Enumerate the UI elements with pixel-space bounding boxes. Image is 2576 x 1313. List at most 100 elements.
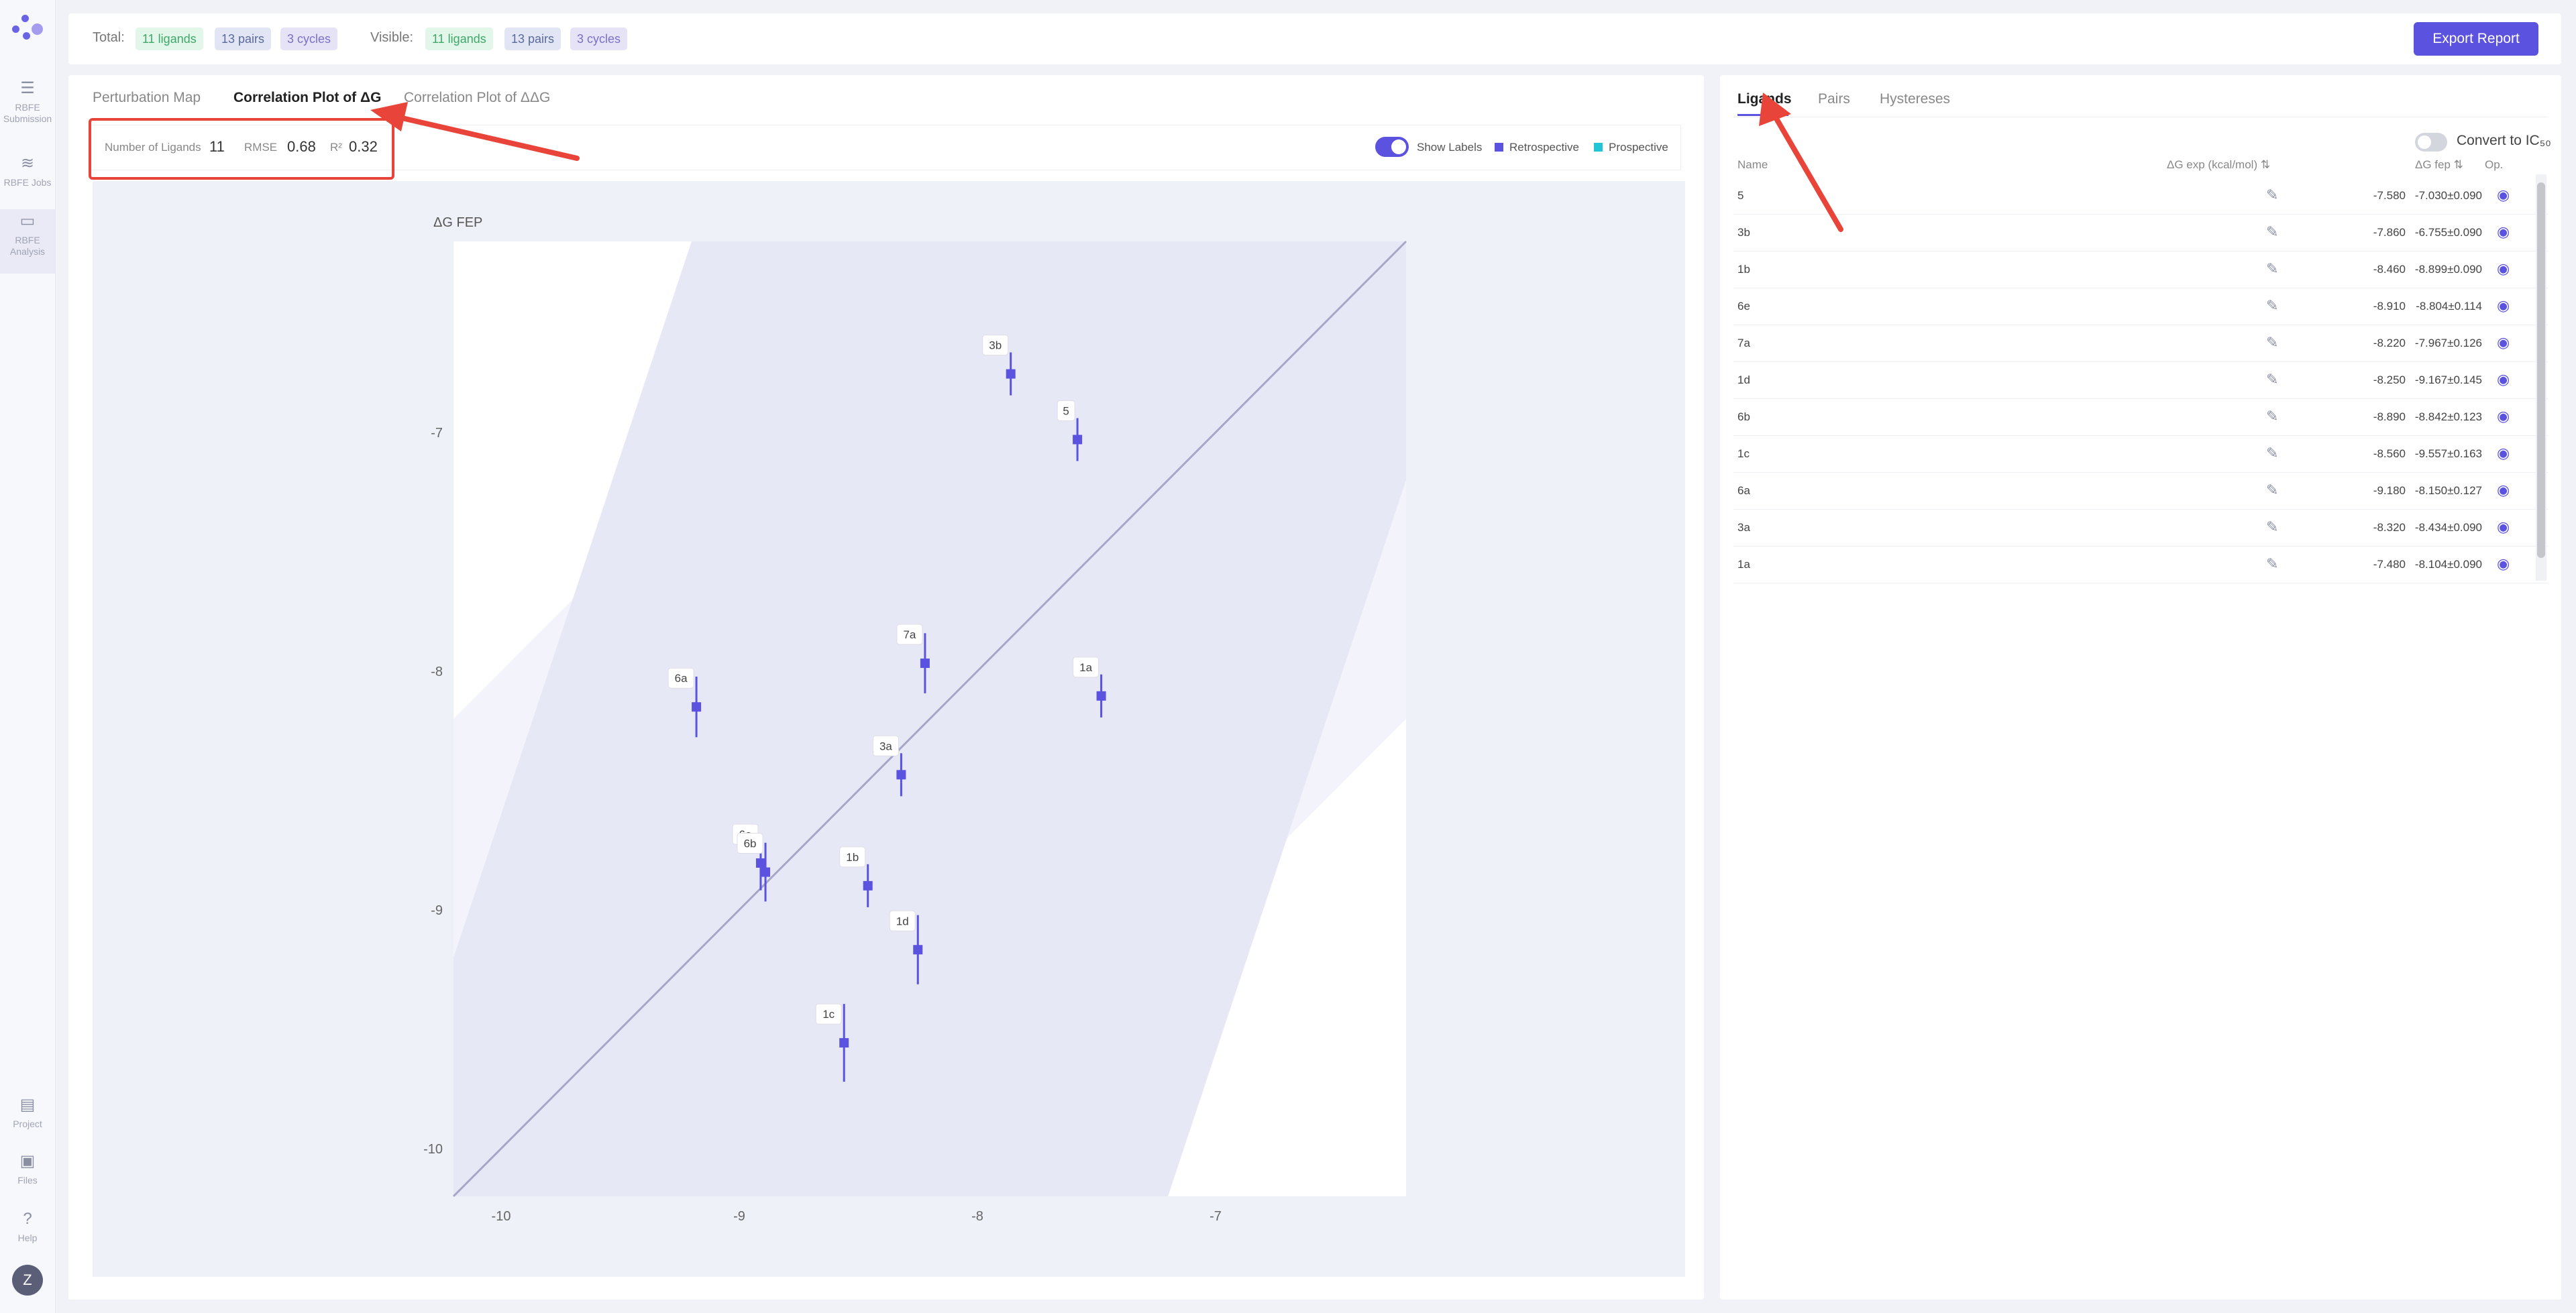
eye-icon[interactable]: ◉ bbox=[2497, 297, 2510, 315]
data-point bbox=[761, 867, 771, 877]
sidebar-item-rbfe-jobs[interactable]: ≋ RBFE Jobs bbox=[0, 154, 55, 188]
eye-icon[interactable]: ◉ bbox=[2497, 186, 2510, 204]
edit-icon[interactable]: ✎ bbox=[2266, 408, 2278, 425]
sort-icon: ⇅ bbox=[2260, 158, 2271, 171]
table-row[interactable]: 1c -8.560 ✎ -9.557±0.163 ◉ bbox=[1733, 435, 2548, 473]
sidebar-item-label: RBFE Submission bbox=[3, 102, 52, 124]
edit-icon[interactable]: ✎ bbox=[2266, 481, 2278, 499]
edit-icon[interactable]: ✎ bbox=[2266, 518, 2278, 536]
rmse-value: 0.68 bbox=[287, 138, 316, 155]
table-row[interactable]: 6a -9.180 ✎ -8.150±0.127 ◉ bbox=[1733, 472, 2548, 510]
table-row[interactable]: 1b -8.460 ✎ -8.899±0.090 ◉ bbox=[1733, 251, 2548, 288]
col-dg-fep-label: ΔG fep bbox=[2415, 158, 2451, 171]
dg-exp-value: -8.460 bbox=[2373, 263, 2406, 276]
table-row[interactable]: 1a -7.480 ✎ -8.104±0.090 ◉ bbox=[1733, 546, 2548, 583]
edit-icon[interactable]: ✎ bbox=[2266, 223, 2278, 241]
edit-icon[interactable]: ✎ bbox=[2266, 334, 2278, 351]
table-row[interactable]: 6e -8.910 ✎ -8.804±0.114 ◉ bbox=[1733, 288, 2548, 325]
data-point bbox=[896, 770, 906, 780]
show-labels-toggle[interactable] bbox=[1375, 137, 1409, 157]
point-label: 1c bbox=[822, 1008, 835, 1021]
eye-icon[interactable]: ◉ bbox=[2497, 481, 2510, 499]
dg-fep-value: -8.150±0.127 bbox=[2414, 484, 2482, 497]
table-row[interactable]: 3a -8.320 ✎ -8.434±0.090 ◉ bbox=[1733, 509, 2548, 547]
app-logo[interactable] bbox=[11, 12, 44, 46]
eye-icon[interactable]: ◉ bbox=[2497, 555, 2510, 573]
ligand-name: 3b bbox=[1737, 226, 1750, 239]
scrollbar-thumb[interactable] bbox=[2537, 182, 2545, 558]
y-tick-label: -7 bbox=[431, 426, 443, 441]
dg-fep-value: -9.167±0.145 bbox=[2414, 374, 2482, 386]
avatar[interactable]: Z bbox=[12, 1265, 43, 1296]
eye-icon[interactable]: ◉ bbox=[2497, 371, 2510, 388]
dg-fep-value: -9.557±0.163 bbox=[2414, 447, 2482, 460]
correlation-chart: ΔG FEP-10-9-8-7-7-8-9-1053b1b6e7a1d6b1c6… bbox=[423, 215, 1407, 1224]
legend-prospective[interactable]: Prospective bbox=[1609, 141, 1668, 154]
eye-icon[interactable]: ◉ bbox=[2497, 408, 2510, 425]
dg-fep-value: -8.434±0.090 bbox=[2414, 521, 2482, 534]
edit-icon[interactable]: ✎ bbox=[2266, 371, 2278, 388]
visible-cycles-badge: 3 cycles bbox=[570, 27, 628, 50]
rmse-label: RMSE bbox=[244, 141, 278, 154]
r2-label: R² bbox=[330, 141, 342, 154]
table-row[interactable]: 6b -8.890 ✎ -8.842±0.123 ◉ bbox=[1733, 398, 2548, 436]
dg-exp-value: -8.320 bbox=[2373, 521, 2406, 534]
ligand-name: 6b bbox=[1737, 410, 1750, 423]
dg-fep-value: -6.755±0.090 bbox=[2414, 226, 2482, 239]
dg-fep-value: -7.967±0.126 bbox=[2414, 337, 2482, 349]
sort-icon: ⇅ bbox=[2453, 158, 2463, 171]
y-tick-label: -9 bbox=[431, 903, 443, 918]
data-point bbox=[920, 659, 930, 669]
col-op: Op. bbox=[2485, 158, 2504, 171]
eye-icon[interactable]: ◉ bbox=[2497, 518, 2510, 536]
point-label: 1b bbox=[846, 851, 859, 864]
legend-retrospective[interactable]: Retrospective bbox=[1509, 141, 1579, 154]
table-row[interactable]: 7a -8.220 ✎ -7.967±0.126 ◉ bbox=[1733, 325, 2548, 362]
dg-fep-value: -8.899±0.090 bbox=[2414, 263, 2482, 276]
sidebar-item-files[interactable]: ▣ Files bbox=[0, 1152, 55, 1186]
tab-correlation-dg[interactable]: Correlation Plot of ΔG bbox=[233, 90, 381, 106]
eye-icon[interactable]: ◉ bbox=[2497, 445, 2510, 462]
eye-icon[interactable]: ◉ bbox=[2497, 334, 2510, 351]
annotation-arrow bbox=[1759, 93, 1843, 232]
ligand-name: 1d bbox=[1737, 374, 1750, 386]
dg-exp-value: -8.560 bbox=[2373, 447, 2406, 460]
sidebar-item-rbfe-submission[interactable]: ☰ RBFE Submission bbox=[0, 79, 55, 125]
tab-perturbation-map[interactable]: Perturbation Map bbox=[93, 90, 201, 106]
table-scrollbar[interactable] bbox=[2536, 174, 2546, 581]
sidebar-item-rbfe-analysis[interactable]: ▭ RBFE Analysis bbox=[0, 209, 55, 274]
tab-hystereses[interactable]: Hystereses bbox=[1880, 91, 1950, 107]
dg-exp-value: -7.580 bbox=[2373, 189, 2406, 202]
data-point bbox=[839, 1038, 849, 1048]
sidebar-item-label: RBFE Analysis bbox=[9, 235, 46, 257]
legend-prospective-marker bbox=[1594, 143, 1603, 152]
x-tick-label: -8 bbox=[971, 1209, 983, 1224]
layers-icon: ≋ bbox=[20, 154, 35, 172]
export-report-button[interactable]: Export Report bbox=[2414, 22, 2538, 56]
eye-icon[interactable]: ◉ bbox=[2497, 223, 2510, 241]
visible-ligands-badge: 11 ligands bbox=[425, 27, 493, 50]
col-dg-exp[interactable]: ΔG exp (kcal/mol) ⇅ bbox=[2167, 158, 2270, 172]
table-row[interactable]: 1d -8.250 ✎ -9.167±0.145 ◉ bbox=[1733, 361, 2548, 399]
dg-exp-value: -8.250 bbox=[2373, 374, 2406, 386]
edit-icon[interactable]: ✎ bbox=[2266, 445, 2278, 462]
edit-icon[interactable]: ✎ bbox=[2266, 555, 2278, 573]
table-row[interactable]: 5 -7.580 ✎ -7.030±0.090 ◉ bbox=[1733, 177, 2548, 215]
y-axis-label: ΔG FEP bbox=[433, 215, 482, 230]
data-point bbox=[755, 858, 765, 868]
dg-fep-value: -7.030±0.090 bbox=[2414, 189, 2482, 202]
eye-icon[interactable]: ◉ bbox=[2497, 260, 2510, 278]
data-point bbox=[692, 702, 702, 712]
dg-exp-value: -8.220 bbox=[2373, 337, 2406, 349]
summary-bar: Total: 11 ligands 13 pairs 3 cycles Visi… bbox=[68, 13, 2561, 64]
sidebar-item-help[interactable]: ? Help bbox=[0, 1210, 55, 1244]
edit-icon[interactable]: ✎ bbox=[2266, 186, 2278, 204]
edit-icon[interactable]: ✎ bbox=[2266, 260, 2278, 278]
sidebar-item-project[interactable]: ▤ Project bbox=[0, 1096, 55, 1130]
convert-ic50-toggle[interactable] bbox=[2415, 133, 2447, 152]
col-dg-fep[interactable]: ΔG fep ⇅ bbox=[2415, 158, 2463, 172]
table-row[interactable]: 3b -7.860 ✎ -6.755±0.090 ◉ bbox=[1733, 214, 2548, 251]
data-point bbox=[863, 880, 873, 891]
edit-icon[interactable]: ✎ bbox=[2266, 297, 2278, 315]
total-label: Total: bbox=[93, 30, 125, 45]
